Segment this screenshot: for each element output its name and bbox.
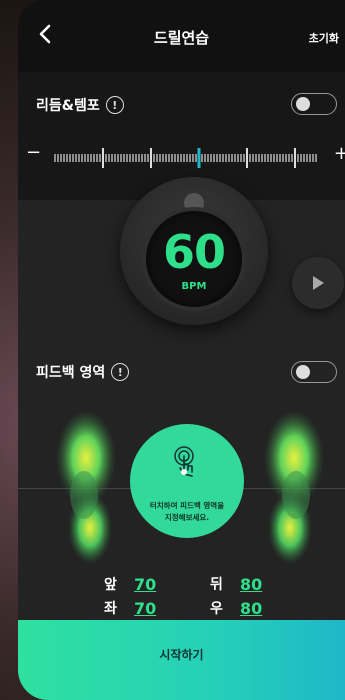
toggle-knob bbox=[296, 365, 310, 379]
touch-text-line2: 지정해보세요. bbox=[164, 513, 210, 522]
play-icon bbox=[313, 276, 324, 290]
touch-hand-icon bbox=[174, 446, 194, 477]
right-label: 우 bbox=[210, 601, 223, 617]
rhythm-toggle[interactable] bbox=[291, 93, 337, 115]
left-label: 좌 bbox=[104, 601, 117, 617]
right-value-row: 우 80 bbox=[210, 598, 262, 618]
back-value-row: 뒤 80 bbox=[210, 574, 262, 594]
right-foot-heatmap bbox=[264, 410, 324, 564]
front-label: 앞 bbox=[104, 577, 117, 593]
app-screen: 드릴연습 초기화 리듬&템포 ! − + 60 BPM 피드백 영역 ! 터치하… bbox=[18, 0, 345, 700]
right-value[interactable]: 80 bbox=[240, 599, 262, 618]
info-icon[interactable]: ! bbox=[105, 96, 124, 114]
play-button[interactable] bbox=[292, 257, 344, 309]
touch-feedback-button[interactable]: 터치하여 피드백 영역을 지정해보세요. bbox=[130, 424, 244, 538]
bpm-unit: BPM bbox=[181, 281, 207, 292]
tempo-slider[interactable] bbox=[54, 148, 318, 168]
back-value[interactable]: 80 bbox=[240, 575, 262, 594]
feedback-toggle[interactable] bbox=[291, 361, 337, 383]
feedback-area-text: 피드백 영역 bbox=[36, 365, 106, 381]
toggle-knob bbox=[296, 97, 310, 111]
info-icon[interactable]: ! bbox=[111, 363, 130, 381]
left-value-row: 좌 70 bbox=[104, 598, 156, 618]
feedback-area-label: 피드백 영역 ! bbox=[36, 362, 130, 382]
touch-text-line1: 터치하여 피드백 영역을 bbox=[149, 501, 225, 510]
front-value-row: 앞 70 bbox=[104, 574, 156, 594]
start-button-label: 시작하기 bbox=[159, 648, 204, 662]
back-label: 뒤 bbox=[210, 577, 223, 593]
rhythm-tempo-text: 리듬&템포 bbox=[36, 98, 100, 114]
front-value[interactable]: 70 bbox=[134, 575, 156, 594]
bpm-dial[interactable]: 60 BPM bbox=[120, 177, 268, 325]
tempo-minus-button[interactable]: − bbox=[26, 142, 41, 163]
page-title: 드릴연습 bbox=[153, 29, 210, 47]
bpm-value: 60 bbox=[162, 225, 226, 279]
left-foot-heatmap bbox=[56, 410, 116, 564]
left-value[interactable]: 70 bbox=[134, 599, 156, 618]
bpm-display: 60 BPM bbox=[142, 207, 246, 311]
touch-instruction-text: 터치하여 피드백 영역을 지정해보세요. bbox=[130, 500, 244, 524]
feedback-pressure-map[interactable]: 터치하여 피드백 영역을 지정해보세요. bbox=[18, 400, 345, 570]
reset-button[interactable]: 초기화 bbox=[309, 30, 339, 46]
start-button[interactable]: 시작하기 bbox=[18, 620, 345, 700]
top-bar: 드릴연습 초기화 bbox=[18, 0, 345, 72]
tempo-plus-button[interactable]: + bbox=[334, 143, 345, 164]
rhythm-tempo-label: 리듬&템포 ! bbox=[36, 95, 124, 115]
